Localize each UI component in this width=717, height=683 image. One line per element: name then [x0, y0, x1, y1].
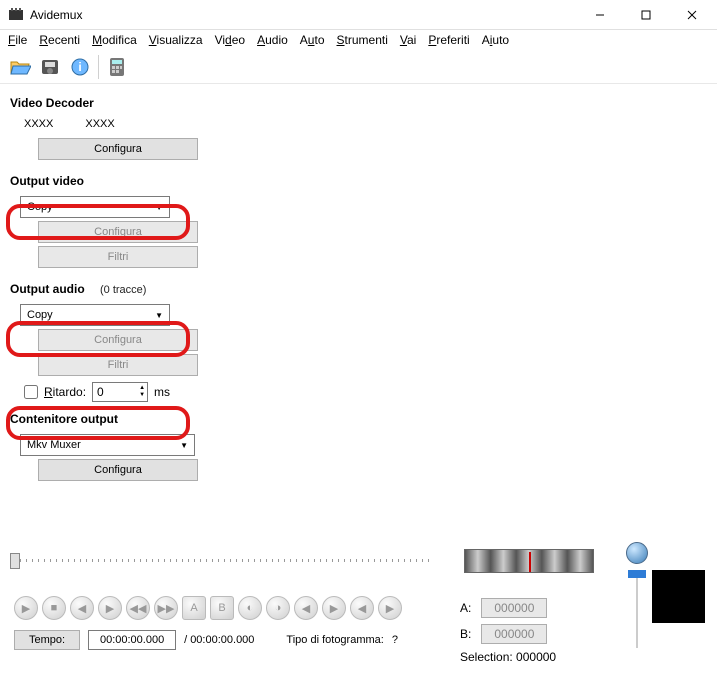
- prev-keyframe-button[interactable]: ◀◀: [126, 596, 150, 620]
- close-button[interactable]: [669, 0, 715, 30]
- menu-go[interactable]: Vai: [400, 33, 416, 47]
- video-configure-button[interactable]: Configura: [38, 221, 198, 243]
- volume-knob[interactable]: [624, 542, 650, 568]
- decoder-value: XXXX: [85, 118, 114, 130]
- marker-b-label: B:: [460, 627, 471, 641]
- menu-file[interactable]: File: [8, 33, 27, 47]
- svg-text:i: i: [78, 60, 81, 74]
- menu-help[interactable]: Aiuto: [482, 33, 509, 47]
- muxer-configure-button[interactable]: Configura: [38, 459, 198, 481]
- shift-value: 0: [97, 385, 104, 399]
- toolbar-divider: [98, 55, 99, 79]
- volume-slider[interactable]: [632, 570, 642, 648]
- decoder-configure-button[interactable]: Configura: [38, 138, 198, 160]
- muxer-combo[interactable]: Mkv Muxer ▼: [20, 434, 195, 456]
- menu-audio[interactable]: Audio: [257, 33, 288, 47]
- tempo-label: Tempo:: [14, 630, 80, 650]
- calculator-icon[interactable]: [103, 53, 131, 81]
- prev-frame-button[interactable]: ◀: [70, 596, 94, 620]
- prev-cut-button[interactable]: ◀: [350, 596, 374, 620]
- left-panel: Video Decoder XXXX XXXX Configura Output…: [0, 84, 717, 492]
- next-cut-button[interactable]: ▶: [378, 596, 402, 620]
- spin-buttons[interactable]: ▲▼: [139, 385, 145, 399]
- container-title: Contenitore output: [10, 412, 707, 426]
- prev-black-button[interactable]: ◐: [238, 596, 262, 620]
- play-button[interactable]: ▶: [14, 596, 38, 620]
- set-marker-a-button[interactable]: A: [182, 596, 206, 620]
- next-keyframe-button[interactable]: ▶▶: [154, 596, 178, 620]
- audio-codec-value: Copy: [27, 309, 53, 321]
- tempo-field[interactable]: 00:00:00.000: [88, 630, 176, 650]
- output-video-title: Output video: [10, 174, 707, 188]
- set-marker-b-button[interactable]: B: [210, 596, 234, 620]
- selection-value: 000000: [516, 650, 556, 664]
- volume-thumb[interactable]: [628, 570, 646, 578]
- shift-label: Ritardo:: [44, 385, 86, 399]
- duration-text: / 00:00:00.000: [184, 634, 254, 646]
- titlebar: Avidemux: [0, 0, 717, 30]
- audio-tracks-count: (0 tracce): [100, 284, 146, 296]
- app-icon: [8, 7, 24, 23]
- frametype-value: ?: [392, 634, 398, 646]
- markers-section: A: 000000 B: 000000 Selection: 000000: [460, 598, 556, 664]
- menu-video[interactable]: Video: [215, 33, 246, 47]
- open-file-icon[interactable]: [6, 53, 34, 81]
- video-codec-combo[interactable]: Copy ▼: [20, 196, 170, 218]
- selection-label: Selection:: [460, 650, 513, 664]
- menu-tools[interactable]: Strumenti: [337, 33, 388, 47]
- next-frame-button[interactable]: ▶: [98, 596, 122, 620]
- marker-b-value: 000000: [481, 624, 547, 644]
- frametype-label: Tipo di fotogramma:: [286, 634, 383, 646]
- toolbar: i: [0, 50, 717, 84]
- marker-a-value: 000000: [481, 598, 547, 618]
- video-filters-button[interactable]: Filtri: [38, 246, 198, 268]
- menu-view[interactable]: Visualizza: [149, 33, 203, 47]
- shift-checkbox[interactable]: [24, 385, 38, 399]
- dropdown-arrow-icon: ▼: [180, 441, 188, 450]
- stop-button[interactable]: ■: [42, 596, 66, 620]
- menu-favorites[interactable]: Preferiti: [428, 33, 469, 47]
- audio-configure-button[interactable]: Configura: [38, 329, 198, 351]
- status-bar: Tempo: 00:00:00.000 / 00:00:00.000 Tipo …: [14, 630, 398, 650]
- last-frame-button[interactable]: ▶: [322, 596, 346, 620]
- audio-filters-button[interactable]: Filtri: [38, 354, 198, 376]
- first-frame-button[interactable]: ◀: [294, 596, 318, 620]
- menu-edit[interactable]: Modifica: [92, 33, 137, 47]
- timeline-slider[interactable]: [14, 547, 434, 575]
- decoder-title: Video Decoder: [10, 96, 707, 110]
- menu-auto[interactable]: Auto: [300, 33, 325, 47]
- window-title: Avidemux: [30, 8, 577, 22]
- minimize-button[interactable]: [577, 0, 623, 30]
- muxer-value: Mkv Muxer: [27, 439, 81, 451]
- shift-spinbox[interactable]: 0 ▲▼: [92, 382, 148, 402]
- jog-wheel[interactable]: [464, 549, 594, 573]
- shift-unit: ms: [154, 385, 170, 399]
- timeline-track: [14, 559, 434, 562]
- next-black-button[interactable]: ◑: [266, 596, 290, 620]
- video-preview: [652, 570, 705, 623]
- audio-codec-combo[interactable]: Copy ▼: [20, 304, 170, 326]
- decoder-name: XXXX: [24, 118, 53, 130]
- dropdown-arrow-icon: ▼: [155, 311, 163, 320]
- info-icon[interactable]: i: [66, 53, 94, 81]
- dropdown-arrow-icon: ▼: [155, 203, 163, 212]
- maximize-button[interactable]: [623, 0, 669, 30]
- marker-a-label: A:: [460, 601, 471, 615]
- video-codec-value: Copy: [27, 201, 53, 213]
- save-icon[interactable]: [36, 53, 64, 81]
- timeline-thumb[interactable]: [10, 553, 20, 569]
- transport-controls: ▶ ■ ◀ ▶ ◀◀ ▶▶ A B ◐ ◑ ◀ ▶ ◀ ▶: [14, 596, 402, 620]
- menubar: File Recenti Modifica Visualizza Video A…: [0, 30, 717, 50]
- menu-recent[interactable]: Recenti: [39, 33, 80, 47]
- output-audio-title: Output audio (0 tracce): [10, 282, 707, 296]
